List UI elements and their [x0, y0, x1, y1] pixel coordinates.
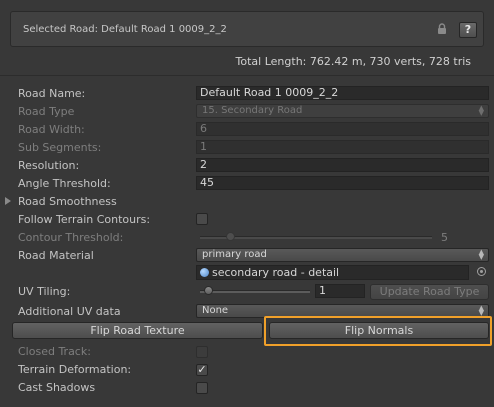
contour-threshold-value: 5 [441, 231, 448, 244]
additional-uv-label: Additional UV data [18, 305, 121, 318]
road-type-dropdown: 15. Secondary Road ▲ ▼ [196, 104, 489, 118]
terrain-deformation-checkbox[interactable]: ✓ [196, 364, 208, 376]
road-type-value: 15. Secondary Road [202, 105, 303, 116]
follow-terrain-label: Follow Terrain Contours: [18, 213, 151, 226]
uv-tiling-slider-track[interactable] [200, 290, 310, 293]
dropdown-arrows-icon: ▲ ▼ [478, 304, 484, 317]
lock-icon[interactable] [437, 23, 447, 35]
road-material-dropdown[interactable]: primary road ▲ ▼ [196, 248, 489, 262]
cast-shadows-label: Cast Shadows [18, 381, 96, 394]
divider [0, 75, 494, 76]
foldout-arrow-icon[interactable] [5, 197, 11, 205]
road-width-input: 6 [196, 122, 489, 136]
closed-track-label: Closed Track: [18, 345, 91, 358]
road-width-label: Road Width: [18, 123, 85, 136]
object-picker-icon[interactable] [477, 267, 486, 276]
update-road-type-button: Update Road Type [370, 284, 489, 300]
road-type-label: Road Type [18, 105, 75, 118]
road-name-label: Road Name: [18, 87, 86, 100]
follow-terrain-checkbox[interactable] [196, 213, 208, 225]
road-material-value: primary road [202, 249, 267, 260]
angle-threshold-label: Angle Threshold: [18, 177, 111, 190]
flip-road-texture-button[interactable]: Flip Road Texture [12, 322, 263, 339]
road-name-input[interactable]: Default Road 1 0009_2_2 [196, 86, 489, 100]
terrain-deformation-label: Terrain Deformation: [18, 363, 132, 376]
closed-track-checkbox [196, 346, 208, 358]
dropdown-arrows-icon: ▲ ▼ [478, 104, 484, 117]
sub-segments-input: 1 [196, 140, 489, 154]
resolution-label: Resolution: [18, 159, 80, 172]
total-length-readout: Total Length: 762.42 m, 730 verts, 728 t… [235, 55, 471, 68]
checkmark-icon: ✓ [197, 363, 207, 376]
road-material-label: Road Material [18, 249, 94, 262]
road-smoothness-foldout[interactable]: Road Smoothness [18, 195, 117, 208]
selected-road-label: Selected Road: Default Road 1 0009_2_2 [23, 24, 227, 35]
contour-threshold-slider-thumb [226, 232, 235, 241]
contour-threshold-label: Contour Threshold: [18, 231, 124, 244]
uv-tiling-input[interactable]: 1 [315, 284, 365, 298]
dropdown-arrows-icon: ▲ ▼ [478, 248, 484, 261]
cast-shadows-checkbox[interactable] [196, 382, 208, 394]
uv-tiling-label: UV Tiling: [18, 285, 71, 298]
uv-tiling-slider-thumb[interactable] [204, 286, 213, 295]
additional-uv-value: None [202, 305, 229, 316]
material-object-field[interactable]: secondary road - detail [196, 265, 469, 280]
angle-threshold-input[interactable]: 45 [196, 176, 489, 190]
help-button[interactable]: ? [459, 22, 477, 38]
flip-normals-highlight [264, 316, 492, 346]
sub-segments-label: Sub Segments: [18, 141, 102, 154]
resolution-input[interactable]: 2 [196, 158, 489, 172]
material-sphere-icon [200, 268, 209, 277]
